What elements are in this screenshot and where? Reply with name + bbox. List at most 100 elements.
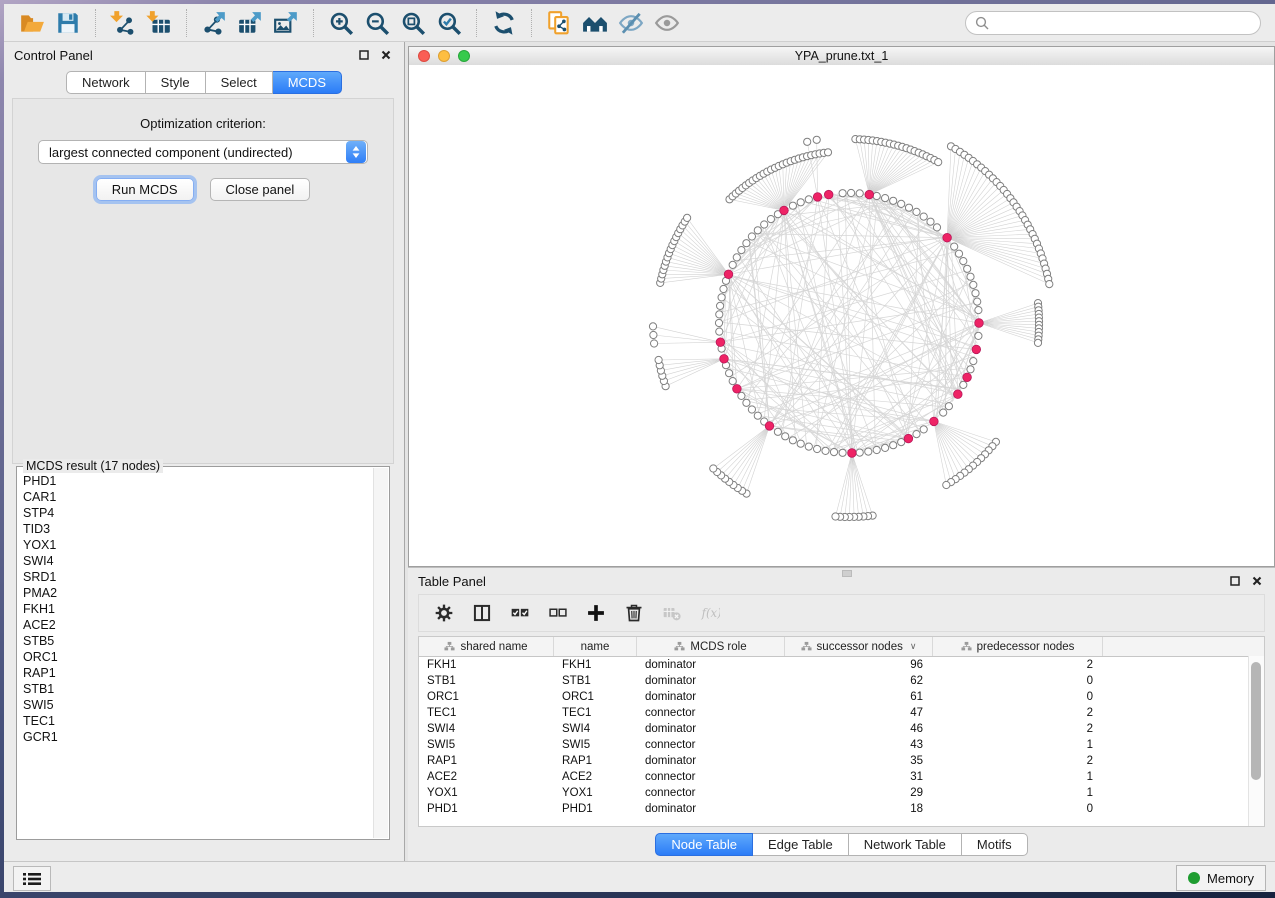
mcds-list-scrollbar[interactable] [373, 468, 388, 838]
network-canvas[interactable] [409, 65, 1274, 566]
mcds-result-item[interactable]: RAP1 [23, 665, 373, 681]
mcds-result-item[interactable]: ORC1 [23, 649, 373, 665]
search-box[interactable] [965, 11, 1261, 35]
table-cell: 61 [785, 691, 933, 703]
table-row[interactable]: FKH1FKH1dominator962 [419, 657, 1264, 673]
network-graph[interactable] [409, 65, 1275, 565]
float-table-panel-icon[interactable] [1227, 573, 1243, 589]
mcds-result-item[interactable]: CAR1 [23, 489, 373, 505]
close-panel-button[interactable]: Close panel [210, 178, 311, 201]
first-neighbors-button[interactable] [577, 8, 613, 38]
save-session-button[interactable] [50, 8, 86, 38]
mcds-result-item[interactable]: FKH1 [23, 601, 373, 617]
table-cell: connector [637, 739, 785, 751]
table-cell: ORC1 [419, 691, 554, 703]
mcds-result-item[interactable]: SWI5 [23, 697, 373, 713]
table-scrollbar-thumb[interactable] [1251, 662, 1261, 780]
float-panel-icon[interactable] [356, 47, 372, 63]
mcds-result-item[interactable]: STB5 [23, 633, 373, 649]
show-all-icon [654, 10, 680, 36]
table-row[interactable]: PHD1PHD1dominator180 [419, 801, 1264, 817]
tab-select[interactable]: Select [206, 71, 273, 94]
mcds-result-item[interactable]: TID3 [23, 521, 373, 537]
column-header-name[interactable]: name [554, 637, 637, 656]
table-row[interactable]: SWI5SWI5connector431 [419, 737, 1264, 753]
table-row[interactable]: SWI4SWI4dominator462 [419, 721, 1264, 737]
table-scrollbar[interactable] [1248, 656, 1264, 826]
table-row[interactable]: TEC1TEC1connector472 [419, 705, 1264, 721]
hide-selected-button[interactable] [613, 8, 649, 38]
export-table-button[interactable] [232, 8, 268, 38]
columns-button[interactable] [465, 598, 499, 628]
table-row[interactable]: ACE2ACE2connector311 [419, 769, 1264, 785]
table-cell: 43 [785, 739, 933, 751]
close-table-panel-icon[interactable] [1249, 573, 1265, 589]
delete-rows-button[interactable] [617, 598, 651, 628]
panel-drag-handle[interactable] [842, 570, 852, 577]
search-input[interactable] [994, 15, 1251, 31]
open-session-icon [19, 10, 45, 36]
table-row[interactable]: YOX1YOX1connector291 [419, 785, 1264, 801]
run-mcds-button[interactable]: Run MCDS [96, 178, 194, 201]
delete-rows-icon [624, 603, 644, 623]
optimization-dropdown[interactable]: largest connected component (undirected) [38, 140, 368, 164]
zoom-fit-button[interactable] [395, 8, 431, 38]
show-all-button[interactable] [649, 8, 685, 38]
mcds-result-item[interactable]: STB1 [23, 681, 373, 697]
table-cell: STB1 [419, 675, 554, 687]
table-row[interactable]: RAP1RAP1dominator352 [419, 753, 1264, 769]
memory-button[interactable]: Memory [1176, 865, 1266, 891]
mcds-result-list[interactable]: PHD1CAR1STP4TID3YOX1SWI4SRD1PMA2FKH1ACE2… [19, 473, 373, 837]
zoom-fit-icon [400, 10, 426, 36]
mcds-result-item[interactable]: ACE2 [23, 617, 373, 633]
import-network-button[interactable] [105, 8, 141, 38]
export-network-button[interactable] [196, 8, 232, 38]
mcds-result-item[interactable]: GCR1 [23, 729, 373, 745]
save-session-icon [55, 10, 81, 36]
column-header-successor-nodes[interactable]: successor nodes∨ [785, 637, 933, 656]
apply-layout-button[interactable] [486, 8, 522, 38]
mcds-result-item[interactable]: PHD1 [23, 473, 373, 489]
close-panel-icon[interactable] [378, 47, 394, 63]
add-row-button[interactable] [579, 598, 613, 628]
table-row[interactable]: STB1STB1dominator620 [419, 673, 1264, 689]
table-cell: SWI5 [554, 739, 637, 751]
table-row[interactable]: ORC1ORC1dominator610 [419, 689, 1264, 705]
node-table: shared namenameMCDS rolesuccessor nodes∨… [418, 636, 1265, 827]
network-from-selection-button[interactable] [541, 8, 577, 38]
mcds-result-item[interactable]: YOX1 [23, 537, 373, 553]
table-cell: PHD1 [419, 803, 554, 815]
tab-edge-table[interactable]: Edge Table [753, 833, 849, 856]
task-history-button[interactable] [13, 866, 51, 891]
tab-network-table[interactable]: Network Table [849, 833, 962, 856]
mcds-tab-content: Optimization criterion: largest connecte… [12, 98, 394, 464]
mcds-result-item[interactable]: STP4 [23, 505, 373, 521]
tab-motifs[interactable]: Motifs [962, 833, 1028, 856]
table-cell: 35 [785, 755, 933, 767]
zoom-in-button[interactable] [323, 8, 359, 38]
table-cell: dominator [637, 691, 785, 703]
export-image-button[interactable] [268, 8, 304, 38]
apply-layout-icon [491, 10, 517, 36]
mcds-result-item[interactable]: SRD1 [23, 569, 373, 585]
open-session-button[interactable] [14, 8, 50, 38]
mcds-result-item[interactable]: TEC1 [23, 713, 373, 729]
settings-button[interactable] [427, 598, 461, 628]
select-all-button[interactable] [503, 598, 537, 628]
zoom-selected-button[interactable] [431, 8, 467, 38]
zoom-out-button[interactable] [359, 8, 395, 38]
tab-style[interactable]: Style [146, 71, 206, 94]
deselect-all-button[interactable] [541, 598, 575, 628]
mcds-result-item[interactable]: SWI4 [23, 553, 373, 569]
table-panel-title: Table Panel [418, 574, 1221, 589]
column-header-shared-name[interactable]: shared name [419, 637, 554, 656]
tab-node-table[interactable]: Node Table [655, 833, 753, 856]
column-header-predecessor-nodes[interactable]: predecessor nodes [933, 637, 1103, 656]
tab-mcds[interactable]: MCDS [273, 71, 342, 94]
mcds-result-item[interactable]: PMA2 [23, 585, 373, 601]
function-builder-icon: f(x) [700, 603, 720, 623]
import-table-button[interactable] [141, 8, 177, 38]
column-header-MCDS-role[interactable]: MCDS role [637, 637, 785, 656]
tab-network[interactable]: Network [66, 71, 146, 94]
table-cell: dominator [637, 803, 785, 815]
